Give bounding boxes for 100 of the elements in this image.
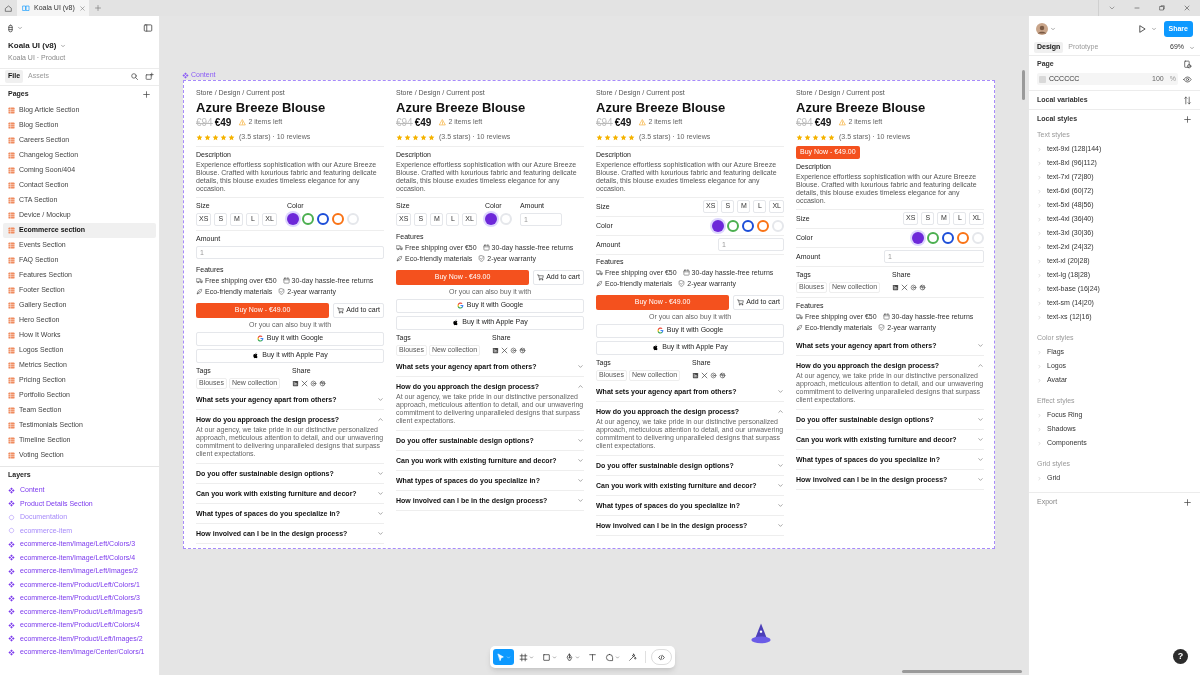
file-name[interactable]: Koala UI (v8): [8, 40, 57, 52]
dribbble-icon[interactable]: [319, 379, 327, 387]
x-icon[interactable]: [501, 346, 509, 354]
content-frame[interactable]: [183, 80, 995, 549]
linkedin-icon[interactable]: [292, 379, 300, 387]
chevron-up-icon[interactable]: [777, 407, 784, 415]
chevron-down-icon[interactable]: [577, 436, 584, 444]
x-icon[interactable]: [301, 379, 309, 387]
truck-icon: [596, 269, 603, 276]
move-tool-button[interactable]: [493, 649, 514, 665]
new-tab-icon[interactable]: [94, 4, 102, 12]
chevron-down-icon[interactable]: [777, 461, 784, 469]
threads-icon[interactable]: [910, 283, 918, 291]
threads-icon[interactable]: [710, 371, 718, 379]
color-swatch[interactable]: [927, 231, 939, 244]
price: €49: [814, 116, 832, 130]
restore-icon[interactable]: [1158, 4, 1166, 12]
chevron-down-icon: [575, 654, 580, 660]
avatar-icon[interactable]: [1036, 23, 1048, 35]
chevron-down-icon[interactable]: [977, 415, 984, 423]
scrollbar[interactable]: [902, 670, 1022, 673]
chevron-up-icon[interactable]: [577, 382, 584, 390]
eye-icon[interactable]: [1183, 74, 1192, 84]
chevron-down-icon[interactable]: [777, 521, 784, 529]
chevron-down-icon[interactable]: [977, 341, 984, 349]
chevron-down-icon[interactable]: [777, 387, 784, 395]
add-style-icon[interactable]: [1183, 114, 1192, 124]
color-swatch[interactable]: [727, 219, 739, 232]
chevron-down-icon[interactable]: [1189, 44, 1195, 51]
chevron-down-icon[interactable]: [577, 456, 584, 464]
sort-arrows-icon[interactable]: [1183, 95, 1192, 105]
close-icon[interactable]: [1183, 4, 1191, 12]
home-icon[interactable]: [4, 3, 13, 13]
component-icon: [8, 486, 15, 494]
chevron-down-icon[interactable]: [977, 475, 984, 483]
chevron-up-icon[interactable]: [377, 415, 384, 423]
color-swatch[interactable]: [912, 231, 924, 244]
color-swatch: [1039, 75, 1046, 83]
x-icon[interactable]: [701, 371, 709, 379]
logo-icon[interactable]: [6, 23, 15, 33]
linkedin-icon[interactable]: [692, 371, 700, 379]
price: €49: [414, 116, 432, 130]
add-export-icon[interactable]: [1183, 497, 1192, 507]
dribbble-icon[interactable]: [519, 346, 527, 354]
chevron-down-icon[interactable]: [377, 529, 384, 537]
page-style-icon[interactable]: [1183, 59, 1192, 69]
threads-icon[interactable]: [310, 379, 318, 387]
threads-icon[interactable]: [510, 346, 518, 354]
shield-icon: [678, 280, 686, 287]
chevron-down-icon[interactable]: [377, 489, 384, 497]
dribbble-icon[interactable]: [919, 283, 927, 291]
scrollbar[interactable]: [1022, 70, 1025, 100]
linkedin-icon[interactable]: [492, 346, 500, 354]
cursor-icon: [496, 652, 505, 662]
color-swatch[interactable]: [331, 212, 344, 225]
apple-icon: [652, 344, 660, 351]
color-swatch[interactable]: [712, 219, 724, 232]
chevron-down-icon[interactable]: [777, 501, 784, 509]
color-swatch[interactable]: [301, 212, 314, 225]
sidebar-toggle-icon[interactable]: [143, 23, 153, 33]
leaf-icon: [196, 288, 203, 295]
chevron-down-icon[interactable]: [1108, 4, 1116, 12]
chevron-down-icon[interactable]: [377, 509, 384, 517]
chevron-down-icon[interactable]: [577, 362, 584, 370]
component-icon: [8, 567, 15, 575]
color-swatch[interactable]: [742, 219, 754, 232]
search-icon[interactable]: [130, 72, 139, 81]
section-icon: [8, 316, 15, 324]
chevron-down-icon[interactable]: [1050, 26, 1056, 32]
chevron-down-icon[interactable]: [577, 496, 584, 504]
chevron-down-icon[interactable]: [577, 476, 584, 484]
chevron-down-icon[interactable]: [777, 481, 784, 489]
chevron-down-icon[interactable]: [977, 435, 984, 443]
add-page-icon[interactable]: [142, 89, 151, 99]
chevron-down-icon[interactable]: [377, 469, 384, 477]
color-swatch[interactable]: [286, 212, 299, 225]
chevron-up-icon[interactable]: [977, 361, 984, 369]
color-swatch[interactable]: [316, 212, 329, 225]
color-swatch[interactable]: [484, 212, 497, 225]
close-icon[interactable]: [78, 4, 86, 12]
warning-icon: [639, 119, 647, 126]
chevron-down-icon[interactable]: [977, 455, 984, 463]
chevron-down-icon[interactable]: [17, 25, 23, 31]
color-swatch[interactable]: [757, 219, 769, 232]
component-icon: [8, 621, 15, 629]
truck-icon: [396, 244, 403, 251]
linkedin-icon[interactable]: [892, 283, 900, 291]
chevron-down-icon[interactable]: [377, 395, 384, 403]
play-icon[interactable]: [1136, 24, 1147, 34]
x-icon[interactable]: [901, 283, 909, 291]
old-price: €94: [596, 116, 613, 130]
chevron-down-icon[interactable]: [60, 43, 67, 49]
color-swatch[interactable]: [957, 231, 969, 244]
chevron-down-icon[interactable]: [1150, 26, 1157, 32]
text-tool-icon: [588, 652, 597, 662]
library-icon[interactable]: [145, 72, 154, 81]
chevron-down-icon: [552, 654, 557, 660]
dribbble-icon[interactable]: [719, 371, 727, 379]
color-swatch[interactable]: [942, 231, 954, 244]
minimize-icon[interactable]: [1133, 4, 1141, 12]
